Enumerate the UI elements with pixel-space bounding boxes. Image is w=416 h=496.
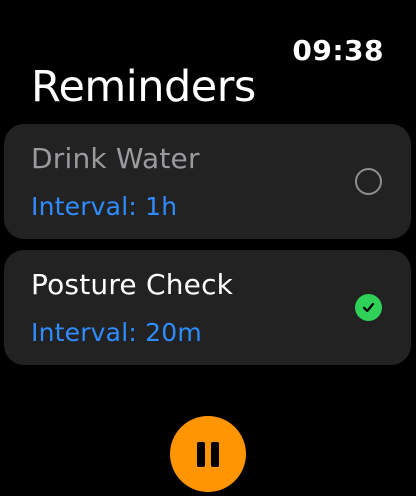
empty-circle-icon[interactable] bbox=[355, 168, 382, 195]
reminder-interval: Interval: 20m bbox=[31, 318, 202, 347]
pause-icon bbox=[211, 442, 219, 467]
checkmark-circle-icon[interactable] bbox=[355, 294, 382, 321]
pause-icon bbox=[197, 442, 205, 467]
reminder-card-drink-water[interactable]: Drink Water Interval: 1h bbox=[4, 124, 411, 239]
pause-button[interactable] bbox=[170, 416, 246, 492]
status-time: 09:38 bbox=[292, 34, 384, 67]
checkmark-icon bbox=[362, 302, 375, 313]
reminder-card-posture-check[interactable]: Posture Check Interval: 20m bbox=[4, 250, 411, 365]
page-title: Reminders bbox=[31, 62, 256, 112]
reminder-name: Posture Check bbox=[31, 268, 234, 301]
reminder-interval: Interval: 1h bbox=[31, 192, 178, 221]
reminder-name: Drink Water bbox=[31, 142, 200, 175]
